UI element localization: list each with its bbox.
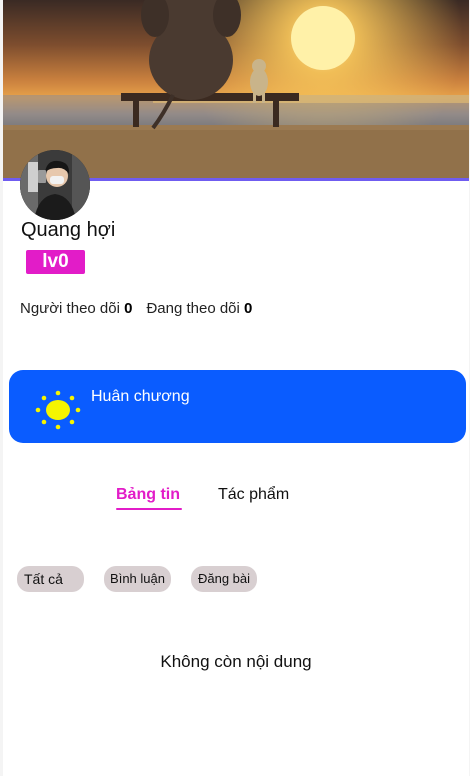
tab-works[interactable]: Tác phẩm [218,486,289,504]
followers-stat[interactable]: Người theo dõi 0 [20,300,132,317]
medal-label: Huân chương [91,388,190,405]
filter-posts-chip[interactable]: Đăng bài [191,566,257,592]
followers-count: 0 [124,300,133,317]
tab-news-feed[interactable]: Bảng tin [116,486,182,510]
avatar[interactable] [20,150,90,220]
avatar-photo [20,150,90,220]
followers-label: Người theo dõi [20,300,120,317]
sun-icon [35,390,81,430]
filter-comments-chip[interactable]: Bình luận [104,566,171,592]
following-label: Đang theo dõi [146,300,240,317]
follow-stats: Người theo dõi 0 Đang theo dõi 0 [20,300,252,317]
empty-state-message: Không còn nội dung [160,652,312,671]
filter-all-chip[interactable]: Tất cả [17,566,84,592]
medal-banner[interactable]: Huân chương [9,370,466,443]
level-badge: lv0 [26,250,85,274]
following-count: 0 [244,300,253,317]
profile-page: Quang hợi lv0 Người theo dõi 0 Đang theo … [3,0,469,776]
cover-image [3,0,469,178]
cover-scene [3,0,469,178]
following-stat[interactable]: Đang theo dõi 0 [146,300,252,317]
profile-name: Quang hợi [21,219,116,241]
